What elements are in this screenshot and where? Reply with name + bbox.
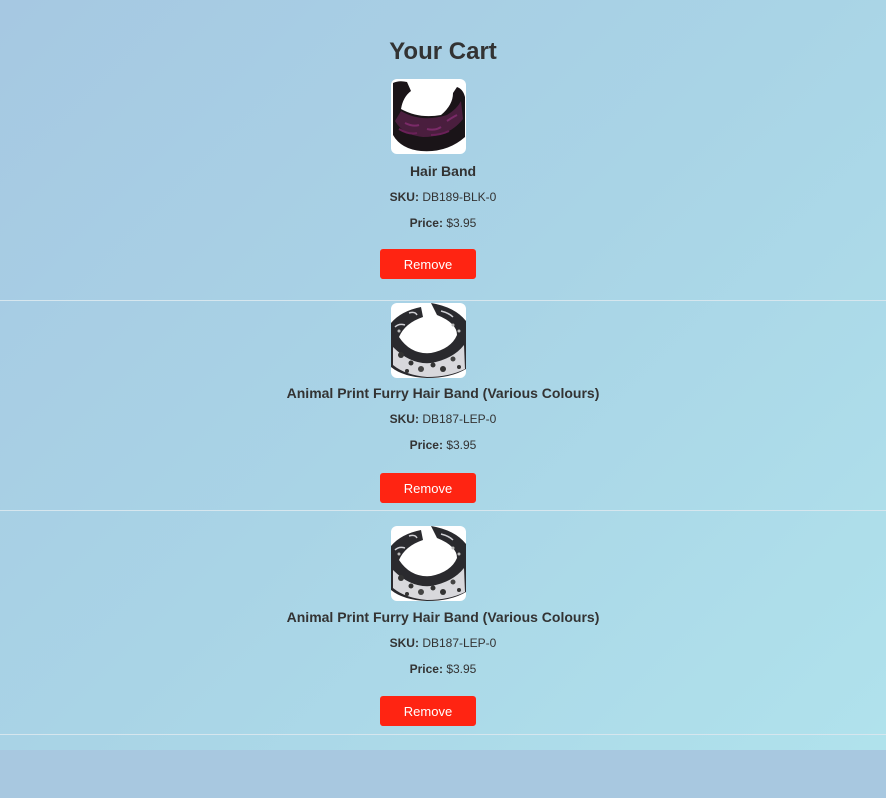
price-value: $3.95	[446, 438, 477, 452]
product-image	[391, 79, 466, 154]
cart-container: Your Cart Hair Band SKU: DB189-BLK-0 Pri…	[0, 0, 886, 750]
remove-button[interactable]: Remove	[380, 696, 476, 726]
sku-value: DB189-BLK-0	[422, 190, 497, 204]
sku-value: DB187-LEP-0	[422, 412, 497, 426]
product-price: Price: $3.95	[0, 438, 886, 452]
remove-button[interactable]: Remove	[380, 473, 476, 503]
leopard-print-hair-band-image	[391, 526, 466, 601]
product-image	[391, 303, 466, 378]
product-sku: SKU: DB189-BLK-0	[0, 190, 886, 204]
price-label: Price:	[409, 216, 443, 230]
product-image	[391, 526, 466, 601]
leopard-print-hair-band-image	[391, 303, 466, 378]
product-price: Price: $3.95	[0, 662, 886, 676]
product-name: Animal Print Furry Hair Band (Various Co…	[286, 609, 600, 625]
sku-label: SKU:	[389, 636, 419, 650]
price-value: $3.95	[446, 216, 477, 230]
product-name: Hair Band	[409, 163, 477, 179]
page-title: Your Cart	[389, 38, 497, 65]
cart-item: Animal Print Furry Hair Band (Various Co…	[0, 288, 886, 511]
product-name: Animal Print Furry Hair Band (Various Co…	[286, 385, 600, 401]
sku-label: SKU:	[389, 190, 419, 204]
cart-item: Animal Print Furry Hair Band (Various Co…	[0, 511, 886, 735]
cart-item: Hair Band SKU: DB189-BLK-0 Price: $3.95 …	[0, 79, 886, 301]
product-price: Price: $3.95	[0, 216, 886, 230]
product-sku: SKU: DB187-LEP-0	[0, 412, 886, 426]
product-sku: SKU: DB187-LEP-0	[0, 636, 886, 650]
sku-value: DB187-LEP-0	[422, 636, 497, 650]
remove-button[interactable]: Remove	[380, 249, 476, 279]
price-label: Price:	[409, 438, 443, 452]
price-value: $3.95	[446, 662, 477, 676]
black-hair-band-image	[393, 81, 465, 152]
price-label: Price:	[409, 662, 443, 676]
sku-label: SKU:	[389, 412, 419, 426]
